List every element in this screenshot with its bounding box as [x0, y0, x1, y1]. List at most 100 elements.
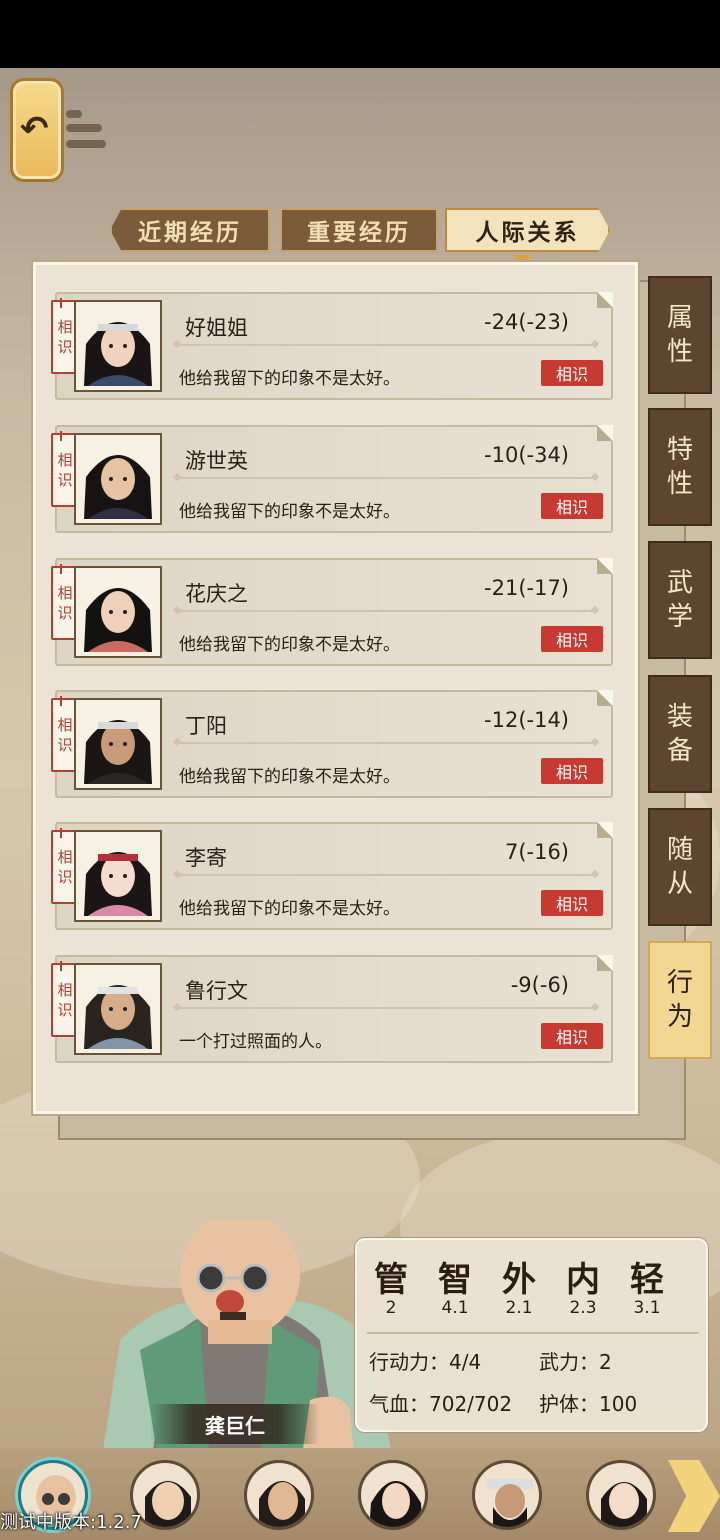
- version-label: 测试中版本:1.2.7: [0, 1512, 142, 1533]
- side-tab-char: 从: [666, 869, 693, 899]
- relation-name: 游世英: [185, 449, 248, 473]
- side-tab-char: 属: [666, 303, 693, 333]
- party-avatar[interactable]: [358, 1460, 428, 1530]
- relation-score: 7(-16): [504, 840, 569, 864]
- card-divider: [177, 610, 595, 612]
- relation-tag-char: 相: [57, 716, 73, 734]
- party-avatar[interactable]: [586, 1460, 656, 1530]
- relation-tag-char: 相: [57, 981, 73, 999]
- page-curl: [597, 425, 613, 441]
- relation-portrait: [74, 566, 162, 658]
- relation-description: 一个打过照面的人。: [179, 1032, 332, 1052]
- side-tab-char: 学: [666, 602, 693, 632]
- relation-tag-char: 识: [57, 338, 73, 356]
- relation-card[interactable]: 相 识 丁阳 -12(-14) 他给我留下的印象不是太好。 相识: [51, 690, 613, 798]
- relation-score: -10(-34): [484, 443, 569, 467]
- page-curl: [597, 955, 613, 971]
- martial-power: 武力：2: [539, 1350, 612, 1374]
- side-tab-char: 行: [666, 968, 693, 998]
- party-avatar[interactable]: [244, 1460, 314, 1530]
- side-tab[interactable]: 行 为: [648, 941, 712, 1059]
- tag-pin: [60, 961, 62, 971]
- relation-tag-char: 相: [57, 318, 73, 336]
- side-tab[interactable]: 武 学: [648, 541, 712, 659]
- stat-heading: 内: [566, 1260, 600, 1300]
- relation-score: -9(-6): [510, 973, 569, 997]
- character-name: 龚巨仁: [150, 1404, 320, 1444]
- page-curl: [597, 292, 613, 308]
- relation-name: 花庆之: [185, 582, 248, 606]
- stat-heading: 智: [438, 1260, 472, 1300]
- stat-value: 2.1: [505, 1298, 533, 1318]
- stat-value: 2.3: [569, 1298, 597, 1318]
- relation-tag-char: 识: [57, 471, 73, 489]
- relation-tag-char: 识: [57, 1001, 73, 1019]
- relation-score: -12(-14): [484, 708, 569, 732]
- status-bar: [0, 0, 720, 68]
- side-tab[interactable]: 装 备: [648, 675, 712, 793]
- relation-card[interactable]: 相 识 花庆之 -21(-17) 他给我留下的印象不是太好。 相识: [51, 558, 613, 666]
- relation-status-badge: 相识: [541, 360, 603, 386]
- stat-value: 4.1: [441, 1298, 469, 1318]
- tab-recent-experience[interactable]: 近期经历: [110, 208, 270, 252]
- stat-heading: 外: [502, 1260, 536, 1300]
- relation-name: 鲁行文: [185, 979, 248, 1003]
- stat-heading: 轻: [630, 1260, 664, 1300]
- relation-status-badge: 相识: [541, 890, 603, 916]
- relation-name: 丁阳: [185, 714, 227, 738]
- back-button[interactable]: ↶: [10, 78, 64, 182]
- party-avatar[interactable]: [472, 1460, 542, 1530]
- side-tab-char: 装: [666, 702, 693, 732]
- back-arrow-icon: ↶: [20, 109, 49, 149]
- side-tab-char: 备: [666, 736, 693, 766]
- tab-relationships[interactable]: 人际关系: [445, 208, 610, 252]
- relation-tag-char: 相: [57, 451, 73, 469]
- relation-portrait: [74, 300, 162, 392]
- card-divider: [177, 742, 595, 744]
- side-tab-char: 武: [666, 568, 693, 598]
- card-divider: [177, 477, 595, 479]
- relation-name: 李寄: [185, 846, 227, 870]
- page-curl: [597, 822, 613, 838]
- relation-portrait: [74, 698, 162, 790]
- relation-portrait: [74, 963, 162, 1055]
- relation-description: 他给我留下的印象不是太好。: [179, 767, 400, 787]
- side-tab[interactable]: 特 性: [648, 408, 712, 526]
- relation-card[interactable]: 相 识 李寄 7(-16) 他给我留下的印象不是太好。 相识: [51, 822, 613, 930]
- side-tab[interactable]: 属 性: [648, 276, 712, 394]
- side-tab-char: 随: [666, 835, 693, 865]
- relation-status-badge: 相识: [541, 758, 603, 784]
- relation-card[interactable]: 相 识 好姐姐 -24(-23) 他给我留下的印象不是太好。 相识: [51, 292, 613, 400]
- relation-portrait: [74, 830, 162, 922]
- side-tab-char: 性: [666, 469, 693, 499]
- relation-name: 好姐姐: [185, 316, 248, 340]
- relation-status-badge: 相识: [541, 626, 603, 652]
- tag-pin: [60, 696, 62, 706]
- tag-pin: [60, 564, 62, 574]
- relation-description: 他给我留下的印象不是太好。: [179, 899, 400, 919]
- stats-box: 行动力：4/4 武力：2 气血：702/702 护体：100 管 2 智 4.1 外 2.…: [355, 1238, 708, 1432]
- tab-important-experience[interactable]: 重要经历: [280, 208, 438, 252]
- relation-status-badge: 相识: [541, 1023, 603, 1049]
- relation-portrait: [74, 433, 162, 525]
- action-points: 行动力：4/4: [369, 1350, 482, 1374]
- stat-value: 3.1: [633, 1298, 661, 1318]
- guard: 护体：100: [539, 1392, 638, 1416]
- card-divider: [177, 344, 595, 346]
- relation-tag-char: 相: [57, 848, 73, 866]
- header-ornament: [66, 110, 82, 118]
- relation-status-badge: 相识: [541, 493, 603, 519]
- hp: 气血：702/702: [369, 1392, 513, 1416]
- side-tab[interactable]: 随 从: [648, 808, 712, 926]
- card-divider: [177, 874, 595, 876]
- relation-card[interactable]: 相 识 鲁行文 -9(-6) 一个打过照面的人。 相识: [51, 955, 613, 1063]
- relation-description: 他给我留下的印象不是太好。: [179, 635, 400, 655]
- relation-score: -24(-23): [484, 310, 569, 334]
- stat-heading: 管: [374, 1260, 408, 1300]
- relation-tag-char: 识: [57, 868, 73, 886]
- tag-pin: [60, 298, 62, 308]
- page-curl: [597, 690, 613, 706]
- relation-tag-char: 识: [57, 604, 73, 622]
- header-ornament: [66, 140, 106, 148]
- relation-card[interactable]: 相 识 游世英 -10(-34) 他给我留下的印象不是太好。 相识: [51, 425, 613, 533]
